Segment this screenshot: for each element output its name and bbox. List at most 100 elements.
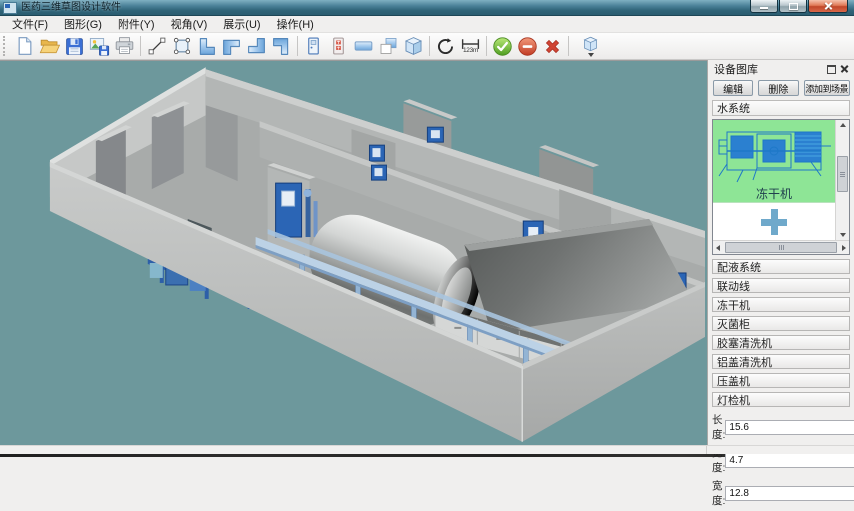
minimize-button[interactable]	[750, 0, 778, 13]
section-stopper-washer[interactable]: 胶塞清洗机	[712, 335, 850, 350]
cube-3d-button[interactable]	[401, 34, 426, 58]
factory-3d-scene	[0, 61, 707, 446]
section-freeze-dryer[interactable]: 冻干机	[712, 297, 850, 312]
close-panel-button[interactable]	[839, 64, 850, 75]
delete-button[interactable]: 删除	[758, 80, 798, 96]
horizontal-scroll-thumb[interactable]	[725, 242, 837, 253]
scroll-left-icon	[716, 245, 720, 251]
library-item-label: 冻干机	[713, 187, 835, 202]
maximize-button[interactable]	[779, 0, 807, 13]
window-panel-button[interactable]	[351, 34, 376, 58]
polygon-tool-button[interactable]	[169, 34, 194, 58]
panel-title: 设备图库	[714, 61, 824, 77]
view-mode-cube-icon	[581, 35, 600, 53]
section-linkage-line[interactable]: 联动线	[712, 278, 850, 293]
window-title: 医药三维草图设计软件	[21, 0, 121, 15]
length-input[interactable]	[725, 420, 854, 435]
rotate-view-icon	[435, 36, 456, 57]
menu-view-angle[interactable]: 视角(V)	[163, 15, 216, 33]
corner-wall-1-icon	[196, 36, 217, 57]
toolbar-separator	[568, 36, 569, 56]
view-mode-button[interactable]	[572, 34, 608, 58]
scroll-down-icon	[840, 233, 846, 237]
scroll-up-icon	[840, 123, 846, 127]
safety-exit-door-button[interactable]	[326, 34, 351, 58]
cancel-x-icon	[542, 36, 563, 57]
new-document-icon	[15, 36, 35, 56]
menu-display[interactable]: 展示(U)	[215, 15, 268, 33]
float-panel-button[interactable]	[826, 64, 837, 75]
overlap-squares-button[interactable]	[376, 34, 401, 58]
line-tool-icon	[147, 36, 167, 56]
open-folder-button[interactable]	[37, 34, 62, 58]
app-icon	[3, 2, 17, 14]
section-capping-machine[interactable]: 压盖机	[712, 373, 850, 388]
length-field-row: 长度:	[712, 412, 850, 442]
section-light-inspector[interactable]: 灯检机	[712, 392, 850, 407]
export-image-icon	[89, 36, 110, 56]
section-cap-washer[interactable]: 铝盖清洗机	[712, 354, 850, 369]
vertical-scroll-thumb[interactable]	[837, 156, 848, 192]
save-button[interactable]	[62, 34, 87, 58]
maximize-icon	[789, 3, 798, 10]
close-button[interactable]	[808, 0, 848, 13]
scroll-right-icon	[842, 245, 846, 251]
open-folder-icon	[39, 36, 60, 56]
door-icon	[304, 36, 323, 56]
new-document-button[interactable]	[12, 34, 37, 58]
measure-label: 123m	[463, 48, 478, 54]
library-item-freeze-dryer[interactable]: 冻干机	[713, 120, 835, 203]
rotate-view-button[interactable]	[433, 34, 458, 58]
confirm-button[interactable]	[490, 34, 515, 58]
category-water-system[interactable]: 水系统	[712, 100, 850, 116]
toolbar: 123m	[0, 33, 854, 60]
equipment-library-panel: 设备图库 编辑 删除 添加到场景 水系统	[707, 60, 854, 445]
plus-icon	[761, 209, 787, 235]
toolbar-separator	[297, 36, 298, 56]
confirm-check-icon	[492, 36, 513, 57]
corner-wall-3-button[interactable]	[244, 34, 269, 58]
window-panel-icon	[353, 36, 374, 56]
float-window-icon	[827, 65, 836, 74]
section-liquid-preparation[interactable]: 配液系统	[712, 259, 850, 274]
section-sterilizer[interactable]: 灭菌柜	[712, 316, 850, 331]
door-button[interactable]	[301, 34, 326, 58]
status-bar	[0, 445, 854, 454]
library-listbox: 冻干机	[712, 119, 850, 255]
polygon-tool-icon	[172, 36, 192, 56]
width2-label: 宽度:	[712, 478, 725, 508]
overlap-squares-icon	[378, 36, 399, 56]
print-icon	[114, 36, 135, 56]
library-add-item[interactable]	[713, 203, 835, 240]
print-button[interactable]	[112, 34, 137, 58]
export-image-button[interactable]	[87, 34, 112, 58]
corner-wall-4-icon	[271, 36, 292, 57]
close-panel-icon	[841, 66, 848, 73]
corner-wall-1-button[interactable]	[194, 34, 219, 58]
menu-graphics[interactable]: 图形(G)	[56, 15, 110, 33]
edit-button[interactable]: 编辑	[713, 80, 753, 96]
close-icon	[824, 2, 833, 11]
line-tool-button[interactable]	[144, 34, 169, 58]
cad-drawing	[713, 120, 835, 184]
menu-operation[interactable]: 操作(H)	[269, 15, 322, 33]
cancel-button[interactable]	[540, 34, 565, 58]
horizontal-scrollbar[interactable]	[713, 240, 849, 254]
corner-wall-4-button[interactable]	[269, 34, 294, 58]
viewport-3d[interactable]	[0, 60, 707, 445]
menu-attachments[interactable]: 附件(Y)	[110, 15, 163, 33]
measure-distance-button[interactable]: 123m	[458, 34, 483, 58]
corner-wall-2-button[interactable]	[219, 34, 244, 58]
vertical-scrollbar[interactable]	[835, 120, 849, 240]
toolbar-separator	[140, 36, 141, 56]
remove-button[interactable]	[515, 34, 540, 58]
panel-header: 设备图库	[708, 60, 854, 77]
blue-door-large	[276, 183, 302, 237]
width-input-2[interactable]	[725, 486, 854, 501]
add-to-scene-button[interactable]: 添加到场景	[804, 80, 851, 96]
cube-3d-icon	[403, 36, 424, 56]
toolbar-grip[interactable]	[3, 36, 10, 56]
safety-exit-door-icon	[329, 36, 348, 56]
menu-bar: 文件(F) 图形(G) 附件(Y) 视角(V) 展示(U) 操作(H)	[0, 16, 854, 33]
menu-file[interactable]: 文件(F)	[4, 15, 56, 33]
